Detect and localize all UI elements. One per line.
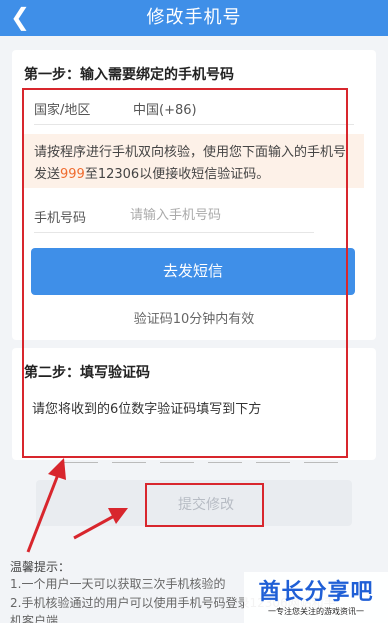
red-highlight-box [22,88,348,458]
code-digit-box[interactable] [256,462,290,463]
top-nav-bar: ❮ 修改手机号 [0,0,388,36]
code-digit-box[interactable] [112,462,146,463]
watermark-subtext: 一专注您关注的游戏资讯一 [268,607,364,616]
page-title: 修改手机号 [146,7,242,28]
red-highlight-box [145,483,264,527]
tip-line: 1.一个用户一天可以获取三次手机核验的 [10,577,226,591]
code-digit-box[interactable] [304,462,338,463]
tip-line: 机客户端 [10,614,59,623]
watermark-logo-text: 酋长分享吧 [258,580,374,605]
code-digit-box[interactable] [160,462,194,463]
code-digit-box[interactable] [64,462,98,463]
code-digit-box[interactable] [208,462,242,463]
tips-title: 温馨提示： [10,560,71,574]
step1-title: 第一步：输入需要绑定的手机号码 [24,67,234,83]
